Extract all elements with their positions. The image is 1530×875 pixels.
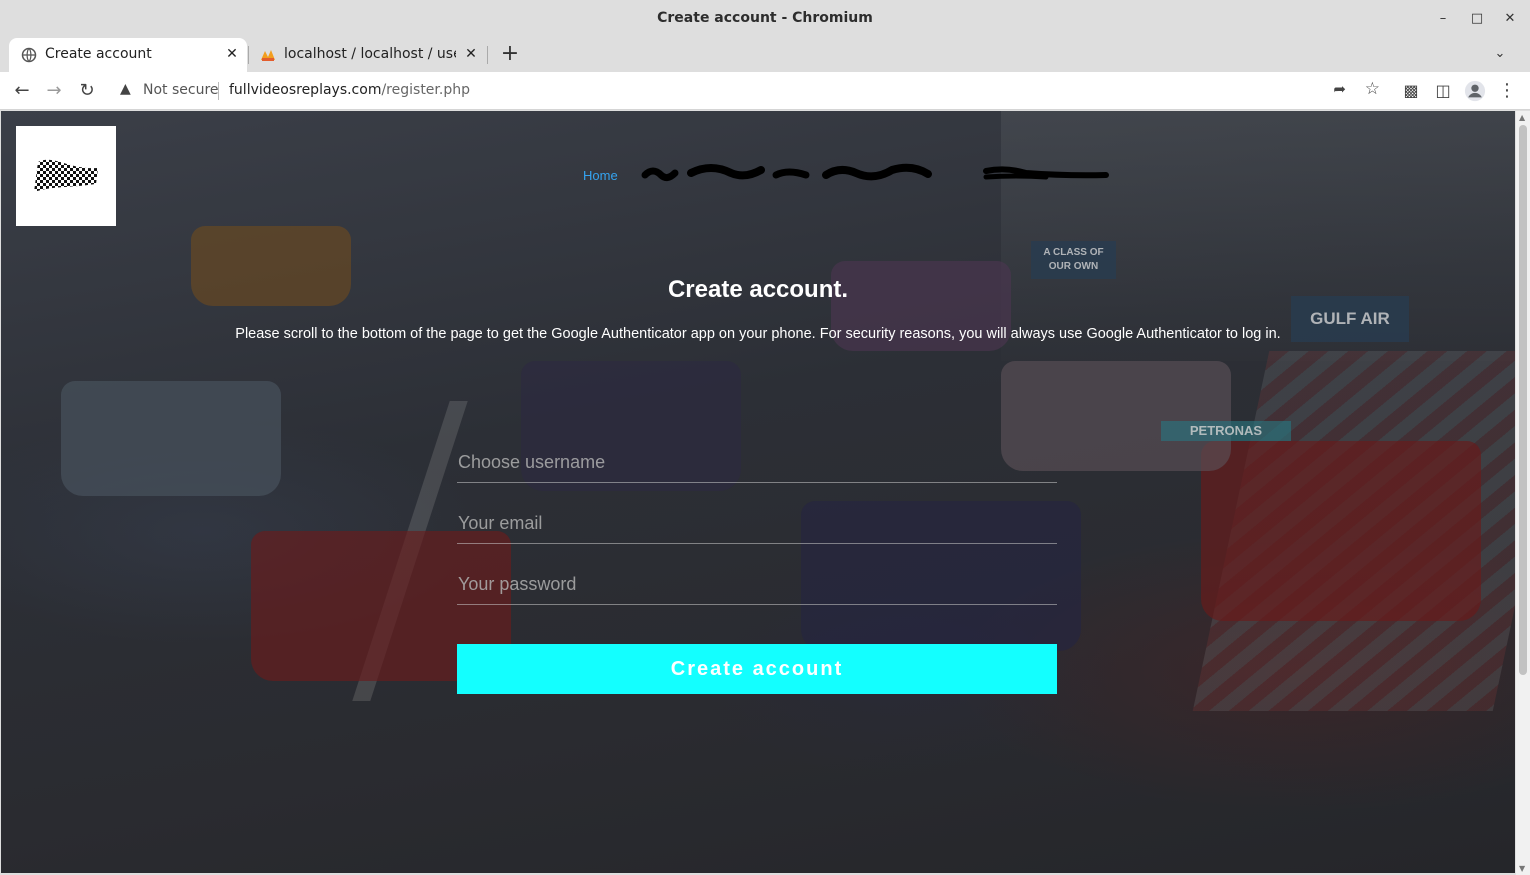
tab-divider bbox=[248, 46, 249, 64]
address-divider bbox=[218, 82, 219, 100]
close-window-icon[interactable]: ✕ bbox=[1499, 8, 1521, 30]
site-logo[interactable] bbox=[16, 126, 116, 226]
nav-home-link[interactable]: Home bbox=[583, 168, 618, 183]
url-path: /register.php bbox=[381, 82, 470, 98]
background-grandstand bbox=[1001, 111, 1515, 361]
tab-phpmyadmin[interactable]: localhost / localhost / use ✕ bbox=[250, 38, 486, 72]
window-titlebar: Create account - Chromium – □ ✕ bbox=[0, 0, 1530, 38]
page-title: Create account. bbox=[667, 276, 849, 303]
extensions-puzzle-icon[interactable]: ▩ bbox=[1398, 79, 1424, 103]
checkered-flag-icon bbox=[34, 159, 98, 192]
globe-icon bbox=[21, 47, 37, 63]
bookmark-star-icon[interactable]: ☆ bbox=[1365, 79, 1380, 99]
profile-avatar-icon[interactable] bbox=[1462, 79, 1488, 103]
forward-arrow-icon[interactable]: → bbox=[41, 79, 67, 103]
window-title: Create account - Chromium bbox=[657, 10, 873, 26]
url-host: fullvideosreplays.com bbox=[229, 82, 382, 98]
page-scrollbar[interactable]: ▲ ▼ bbox=[1515, 111, 1530, 875]
create-account-button[interactable]: Create account bbox=[457, 644, 1057, 694]
warning-icon[interactable]: ▲ bbox=[120, 81, 131, 97]
scrollbar-thumb[interactable] bbox=[1519, 125, 1527, 675]
tab-strip: Create account ✕ localhost / localhost /… bbox=[0, 38, 1530, 72]
background-car bbox=[61, 381, 281, 496]
side-panel-icon[interactable]: ◫ bbox=[1430, 79, 1456, 103]
background-sign: PETRONAS bbox=[1161, 421, 1291, 441]
username-input[interactable] bbox=[457, 443, 1057, 483]
tab-label: localhost / localhost / use bbox=[284, 46, 456, 62]
back-arrow-icon[interactable]: ← bbox=[9, 79, 35, 103]
tab-label: Create account bbox=[45, 46, 152, 62]
security-label[interactable]: Not secure bbox=[143, 82, 219, 98]
scroll-up-arrow-icon[interactable]: ▲ bbox=[1519, 113, 1525, 122]
email-input[interactable] bbox=[457, 504, 1057, 544]
browser-toolbar: ← → ↻ ▲ Not secure fullvideosreplays.com… bbox=[0, 72, 1530, 110]
tab-close-icon[interactable]: ✕ bbox=[462, 45, 480, 63]
background-sign: A CLASS OF OUR OWN bbox=[1031, 241, 1116, 279]
page-description: Please scroll to the bottom of the page … bbox=[235, 326, 1281, 342]
redaction-scribble bbox=[641, 163, 1109, 182]
tab-close-icon[interactable]: ✕ bbox=[223, 45, 241, 63]
password-input[interactable] bbox=[457, 565, 1057, 605]
tab-divider bbox=[487, 46, 488, 64]
new-tab-icon[interactable]: + bbox=[498, 43, 522, 67]
url-text[interactable]: fullvideosreplays.com/register.php bbox=[229, 82, 470, 98]
reload-icon[interactable]: ↻ bbox=[74, 79, 100, 103]
scroll-down-arrow-icon[interactable]: ▼ bbox=[1519, 864, 1525, 873]
background-car bbox=[1201, 441, 1481, 621]
kebab-menu-icon[interactable]: ⋮ bbox=[1494, 79, 1520, 103]
share-icon[interactable]: ➦ bbox=[1333, 80, 1346, 98]
page-viewport: A CLASS OF OUR OWN GULF AIR PETRONAS Hom… bbox=[1, 111, 1515, 873]
tab-create-account[interactable]: Create account ✕ bbox=[9, 38, 247, 72]
phpmyadmin-icon bbox=[261, 50, 275, 61]
address-bar[interactable]: ▲ Not secure fullvideosreplays.com/regis… bbox=[110, 76, 1390, 106]
maximize-icon[interactable]: □ bbox=[1466, 8, 1488, 30]
minimize-icon[interactable]: – bbox=[1432, 8, 1454, 30]
tab-search-chevron-icon[interactable]: ⌄ bbox=[1490, 46, 1510, 66]
